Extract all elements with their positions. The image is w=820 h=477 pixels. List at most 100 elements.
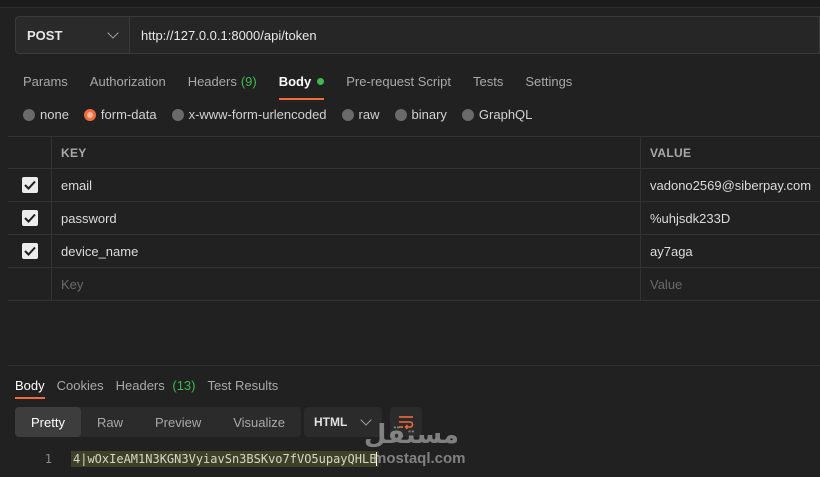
tab-label: Headers: [187, 73, 237, 89]
url-input[interactable]: http://127.0.0.1:8000/api/token: [130, 16, 820, 54]
new-key-cell[interactable]: Key: [52, 268, 641, 300]
value-cell[interactable]: %uhjsdk233D: [641, 202, 820, 234]
radio-icon: [341, 108, 354, 121]
radio-x-www-form-urlencoded[interactable]: x-www-form-urlencoded: [171, 107, 327, 122]
tab-label: Params: [23, 73, 68, 89]
check-cell: [8, 202, 52, 234]
check-cell: [8, 268, 52, 300]
table-row: password %uhjsdk233D: [8, 202, 820, 235]
table-header-row: KEY VALUE: [8, 136, 820, 169]
row-value: ay7aga: [650, 243, 693, 259]
view-raw[interactable]: Raw: [81, 407, 139, 437]
response-tab-test-results[interactable]: Test Results: [208, 378, 279, 393]
check-cell: [8, 235, 52, 267]
response-divider[interactable]: [8, 365, 820, 366]
tab-params[interactable]: Params: [23, 71, 68, 91]
response-tabs: Body Cookies Headers (13) Test Results: [15, 375, 290, 399]
format-select[interactable]: HTML: [304, 407, 382, 437]
tab-label: Settings: [525, 73, 573, 89]
header-key-cell: KEY: [52, 137, 641, 168]
row-key: device_name: [61, 243, 139, 259]
row-value: vadono2569@siberpay.com: [650, 177, 812, 193]
radio-icon: [394, 108, 407, 121]
row-value: %uhjsdk233D: [650, 210, 731, 226]
format-label: HTML: [314, 415, 348, 429]
key-cell[interactable]: email: [52, 169, 641, 201]
headers-count: (9): [240, 73, 257, 89]
radio-icon: [171, 108, 184, 121]
radio-label: x-www-form-urlencoded: [188, 107, 327, 122]
wrap-lines-icon: [399, 416, 414, 429]
new-value-cell[interactable]: Value: [641, 268, 820, 300]
radio-selected-icon: [83, 108, 96, 121]
tab-label: Cookies: [56, 377, 104, 393]
response-token-text[interactable]: 4|wOxIeAM1N3KGN3VyiavSn3BSKvo7fVO5upayQH…: [71, 450, 380, 468]
table-new-row: Key Value: [8, 268, 820, 301]
method-select[interactable]: POST: [15, 16, 130, 54]
url-bar: POST http://127.0.0.1:8000/api/token: [15, 16, 820, 54]
radio-form-data[interactable]: form-data: [83, 107, 157, 122]
line-number: 1: [44, 452, 52, 466]
radio-none[interactable]: none: [23, 107, 69, 122]
radio-label: form-data: [100, 107, 157, 122]
status-dot-icon: [317, 77, 325, 85]
chevron-down-icon: [107, 27, 119, 39]
view-visualize[interactable]: Visualize: [217, 407, 301, 437]
tab-settings[interactable]: Settings: [525, 71, 572, 91]
radio-label: GraphQL: [478, 107, 533, 122]
view-pretty[interactable]: Pretty: [15, 407, 81, 437]
wrap-lines-button[interactable]: [390, 407, 422, 437]
check-icon: [23, 213, 36, 223]
check-icon: [23, 180, 36, 190]
tab-label: Pre-request Script: [346, 73, 451, 89]
tab-body[interactable]: Body: [278, 71, 325, 100]
response-code-line: 1 4|wOxIeAM1N3KGN3VyiavSn3BSKvo7fVO5upay…: [0, 449, 820, 469]
text-caret: [376, 452, 378, 467]
row-checkbox[interactable]: [21, 210, 38, 226]
view-mode-segmented: Pretty Raw Preview Visualize: [15, 407, 302, 437]
radio-raw[interactable]: raw: [341, 107, 380, 122]
key-cell[interactable]: device_name: [52, 235, 641, 267]
check-icon: [23, 246, 36, 256]
view-preview[interactable]: Preview: [139, 407, 217, 437]
value-cell[interactable]: vadono2569@siberpay.com: [641, 169, 820, 201]
response-tab-headers[interactable]: Headers (13): [116, 378, 196, 393]
tab-label: Body: [278, 73, 312, 89]
method-label: POST: [27, 27, 63, 43]
top-strip: [0, 0, 820, 8]
check-cell: [8, 169, 52, 201]
body-type-radios: none form-data x-www-form-urlencoded raw…: [23, 107, 547, 122]
radio-label: binary: [411, 107, 447, 122]
radio-icon: [23, 108, 35, 121]
value-column-header: VALUE: [650, 145, 692, 160]
row-key: email: [61, 177, 93, 193]
radio-icon: [461, 108, 474, 121]
response-tab-body[interactable]: Body: [15, 378, 45, 399]
tab-authorization[interactable]: Authorization: [90, 71, 166, 91]
tab-headers[interactable]: Headers (9): [188, 71, 257, 91]
row-checkbox[interactable]: [21, 243, 38, 259]
request-tabs: Params Authorization Headers (9) Body Pre…: [23, 70, 594, 100]
key-column-header: KEY: [61, 145, 87, 160]
tab-label: Test Results: [207, 377, 279, 393]
tab-pre-request-script[interactable]: Pre-request Script: [346, 71, 451, 91]
tab-tests[interactable]: Tests: [473, 71, 503, 91]
response-tab-cookies[interactable]: Cookies: [57, 378, 104, 393]
table-row: email vadono2569@siberpay.com: [8, 169, 820, 202]
key-placeholder: Key: [61, 276, 84, 292]
header-value-cell: VALUE: [641, 137, 820, 168]
tab-label: Headers: [115, 377, 165, 393]
radio-graphql[interactable]: GraphQL: [461, 107, 533, 122]
radio-binary[interactable]: binary: [394, 107, 447, 122]
row-key: password: [61, 210, 117, 226]
table-row: device_name ay7aga: [8, 235, 820, 268]
value-cell[interactable]: ay7aga: [641, 235, 820, 267]
key-cell[interactable]: password: [52, 202, 641, 234]
token-value: 4|wOxIeAM1N3KGN3VyiavSn3BSKvo7fVO5upayQH…: [73, 451, 377, 466]
chevron-down-icon: [360, 414, 372, 426]
radio-label: none: [40, 107, 69, 122]
form-data-table: KEY VALUE email vadono2569@siberpay.com …: [8, 136, 820, 301]
tab-label: Authorization: [89, 73, 166, 89]
value-placeholder: Value: [650, 276, 683, 292]
row-checkbox[interactable]: [21, 177, 38, 193]
